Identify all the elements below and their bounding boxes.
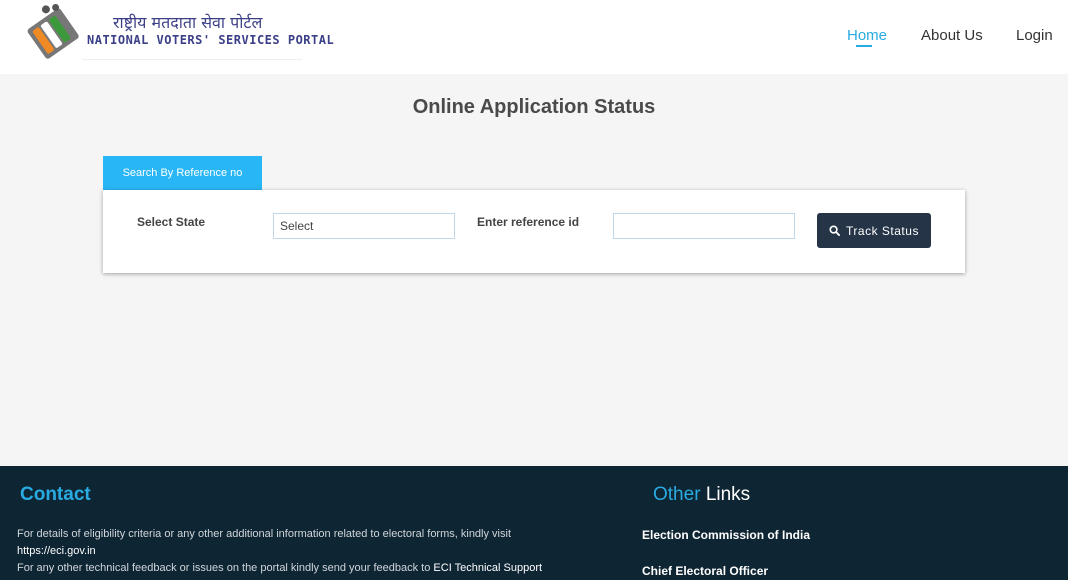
other-links-heading-accent: Other bbox=[653, 484, 701, 505]
reference-id-label: Enter reference id bbox=[477, 215, 580, 229]
site-header: राष्ट्रीय मतदाता सेवा पोर्टल NATIONAL VO… bbox=[0, 0, 1068, 74]
contact-feedback-text: For any other technical feedback or issu… bbox=[17, 562, 431, 574]
brand-title-hindi: राष्ट्रीय मतदाता सेवा पोर्टल bbox=[113, 13, 263, 32]
nav-login-link[interactable]: Login bbox=[1016, 27, 1053, 44]
portal-logo-icon[interactable] bbox=[22, 2, 82, 62]
nav-about-link[interactable]: About Us bbox=[921, 27, 983, 44]
site-footer: Contact For details of eligibility crite… bbox=[0, 466, 1068, 580]
reference-id-input[interactable] bbox=[613, 213, 795, 239]
tab-search-by-reference[interactable]: Search By Reference no bbox=[103, 156, 262, 190]
nav-home-link[interactable]: Home bbox=[847, 27, 887, 44]
page-title: Online Application Status bbox=[412, 96, 656, 118]
track-status-button[interactable]: Track Status bbox=[817, 213, 931, 248]
contact-heading: Contact bbox=[20, 484, 91, 505]
link-election-commission[interactable]: Election Commission of India bbox=[642, 528, 810, 542]
search-icon bbox=[829, 225, 841, 236]
other-links-heading-rest: Links bbox=[705, 484, 751, 505]
nav-active-indicator bbox=[856, 45, 872, 47]
eci-technical-support-link[interactable]: ECI Technical Support bbox=[433, 562, 542, 574]
brand-title-english: NATIONAL VOTERS' SERVICES PORTAL bbox=[87, 33, 335, 47]
other-links-heading: Other Links bbox=[653, 484, 750, 506]
contact-text-eligibility: For details of eligibility criteria or a… bbox=[17, 528, 511, 540]
state-select[interactable]: Select bbox=[273, 213, 455, 239]
track-status-label: Track Status bbox=[846, 223, 919, 238]
brand-divider bbox=[82, 59, 302, 60]
link-chief-electoral-officer[interactable]: Chief Electoral Officer bbox=[642, 564, 768, 578]
select-state-label: Select State bbox=[137, 215, 206, 229]
contact-text-feedback: For any other technical feedback or issu… bbox=[17, 562, 542, 574]
search-form-card: Select State Select Enter reference id T… bbox=[103, 190, 965, 273]
eci-website-link[interactable]: https://eci.gov.in bbox=[17, 545, 96, 557]
